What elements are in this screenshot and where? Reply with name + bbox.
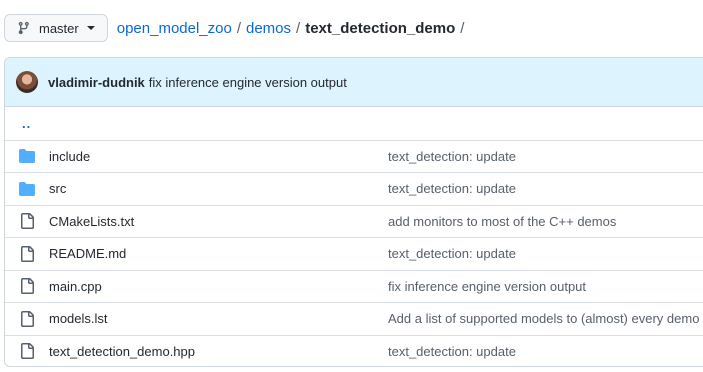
git-branch-icon	[17, 21, 31, 35]
parent-dir-link[interactable]: ..	[22, 116, 31, 131]
file-row[interactable]: CMakeLists.txt add monitors to most of th…	[5, 204, 703, 238]
avatar[interactable]	[16, 71, 38, 93]
file-row[interactable]: main.cpp fix inference engine version out…	[5, 269, 703, 303]
branch-label: master	[39, 20, 79, 36]
file-browser: vladimir-dudnik fix inference engine ver…	[4, 57, 703, 367]
file-commit-message-link[interactable]: add monitors to most of the C++ demos	[388, 214, 616, 229]
breadcrumb-separator: /	[296, 19, 301, 37]
file-icon	[19, 278, 35, 295]
breadcrumb: open_model_zoo / demos / text_detection_…	[117, 20, 470, 37]
breadcrumb-repo-link[interactable]: open_model_zoo	[117, 20, 232, 37]
file-name-link[interactable]: include	[49, 149, 389, 164]
file-row[interactable]: models.lst Add a list of supported models…	[5, 302, 703, 335]
file-commit-message-link[interactable]: text_detection: update	[388, 344, 516, 359]
branch-select-button[interactable]: master	[4, 14, 108, 42]
commit-message-link[interactable]: fix inference engine version output	[149, 75, 347, 90]
file-name-link[interactable]: README.md	[49, 246, 389, 261]
file-name-link[interactable]: models.lst	[49, 311, 389, 326]
file-icon	[19, 213, 35, 230]
file-name-link[interactable]: CMakeLists.txt	[49, 214, 389, 229]
commit-author-link[interactable]: vladimir-dudnik	[48, 75, 145, 90]
breadcrumb-demos-link[interactable]: demos	[246, 20, 291, 37]
file-row[interactable]: src text_detection: update	[5, 172, 703, 205]
file-icon	[19, 343, 35, 360]
file-commit-message-link[interactable]: Add a list of supported models to (almos…	[388, 311, 699, 326]
breadcrumb-trailing-separator: /	[460, 19, 465, 37]
file-icon	[19, 310, 35, 327]
chevron-down-icon	[86, 26, 95, 30]
parent-dir-row[interactable]: ..	[5, 107, 703, 140]
latest-commit-bar: vladimir-dudnik fix inference engine ver…	[5, 58, 703, 107]
file-row[interactable]: README.md text_detection: update	[5, 237, 703, 270]
file-commit-message-link[interactable]: fix inference engine version output	[388, 279, 586, 294]
file-name-link[interactable]: text_detection_demo.hpp	[49, 344, 389, 359]
repo-header: master open_model_zoo / demos / text_det…	[4, 13, 469, 43]
file-commit-message-link[interactable]: text_detection: update	[388, 246, 516, 261]
file-name-link[interactable]: src	[49, 181, 389, 196]
folder-icon	[19, 181, 35, 197]
breadcrumb-separator: /	[236, 19, 241, 37]
file-row[interactable]: include text_detection: update	[5, 139, 703, 173]
folder-icon	[19, 148, 35, 164]
breadcrumb-current: text_detection_demo	[305, 19, 456, 37]
file-name-link[interactable]: main.cpp	[49, 279, 389, 294]
file-icon	[19, 245, 35, 262]
file-commit-message-link[interactable]: text_detection: update	[388, 181, 516, 196]
file-commit-message-link[interactable]: text_detection: update	[388, 149, 516, 164]
file-row[interactable]: text_detection_demo.hpp text_detection: u…	[5, 334, 703, 367]
